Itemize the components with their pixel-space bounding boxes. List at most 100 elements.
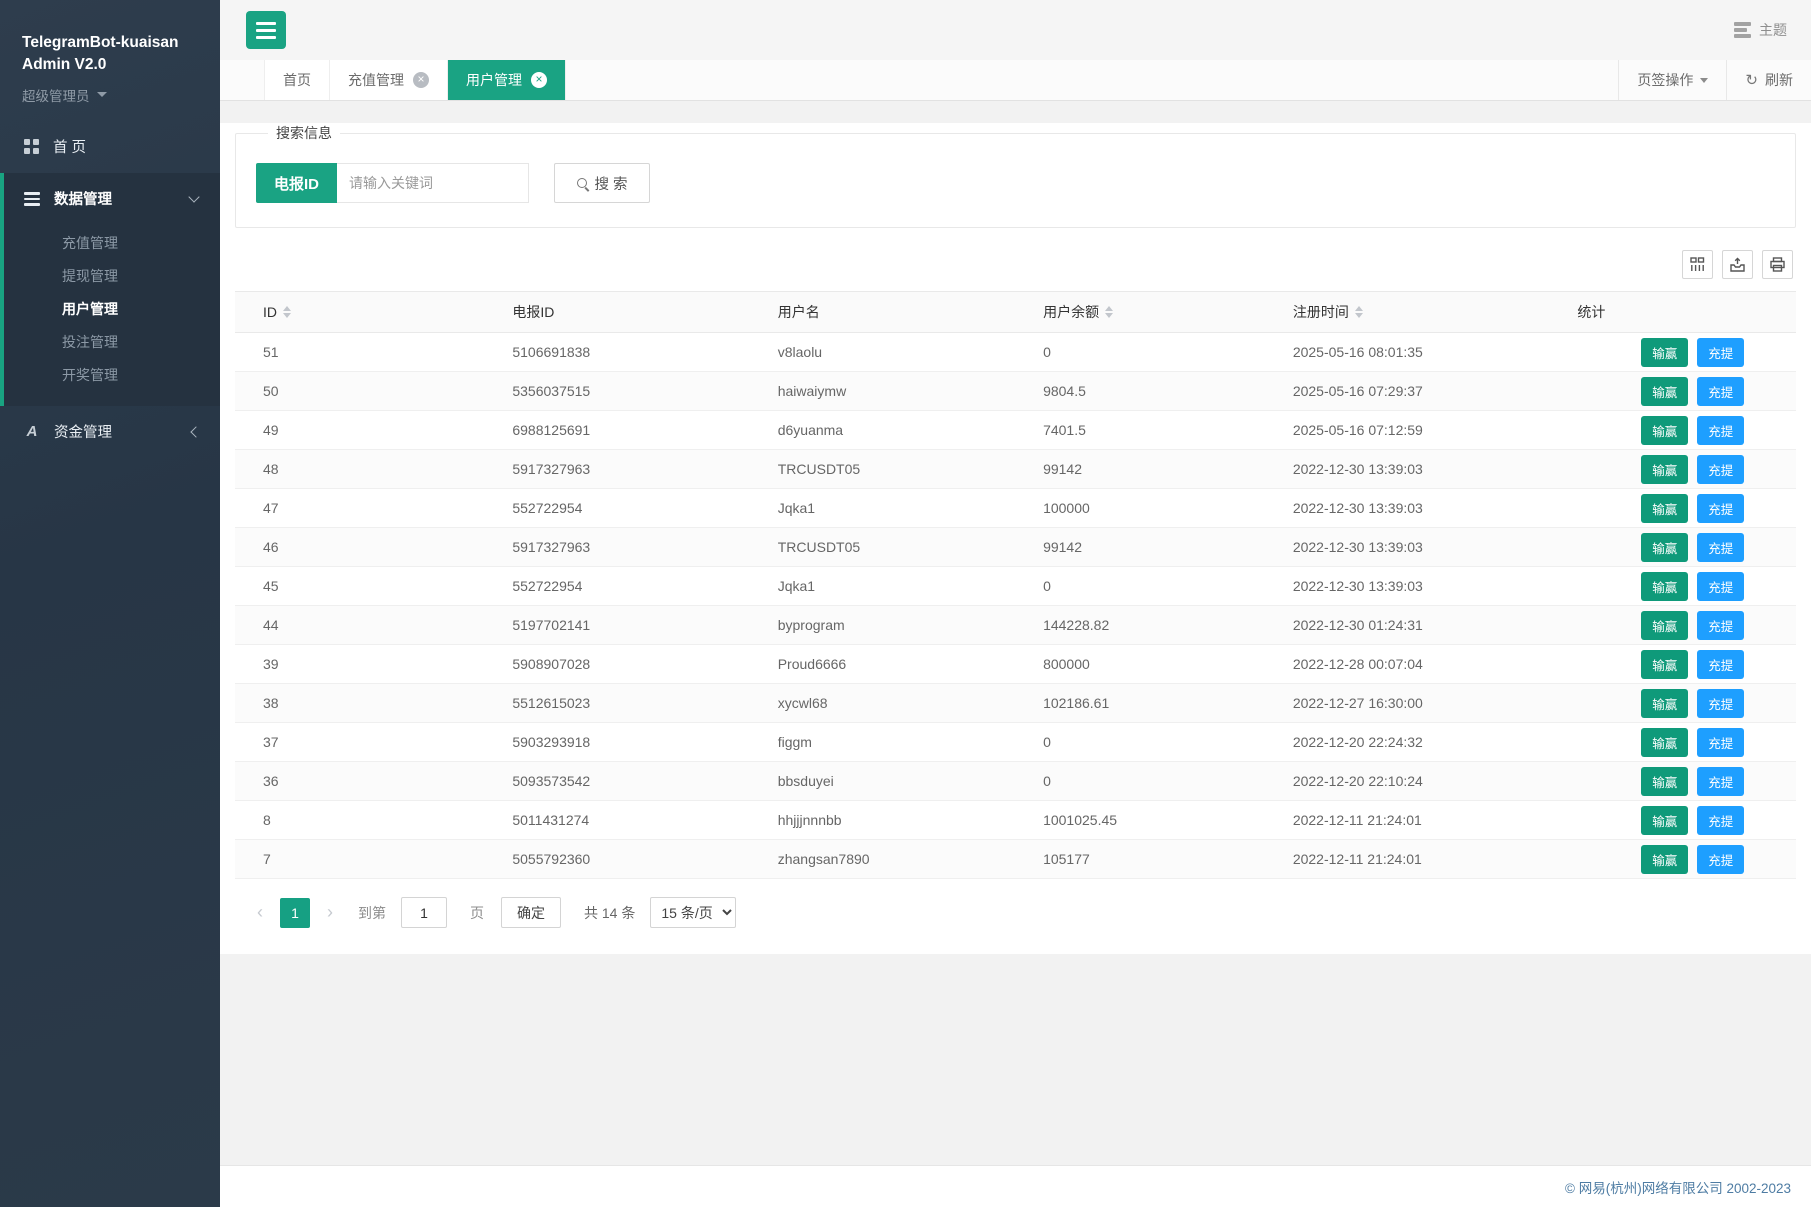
column-header-stats: 统计 bbox=[1577, 291, 1796, 333]
app-title-line1: TelegramBot-kuaisan bbox=[22, 34, 179, 51]
cell-tgid: 5055792360 bbox=[500, 839, 766, 879]
cell-id: 45 bbox=[235, 566, 501, 606]
total-count-label: 共 14 条 bbox=[584, 904, 636, 921]
table-row: 7 5055792360 zhangsan7890 105177 2022-12-11 … bbox=[235, 839, 1796, 879]
cell-username: d6yuanma bbox=[765, 410, 1032, 450]
win-lose-button[interactable]: 输赢 bbox=[1641, 727, 1689, 757]
recharge-withdraw-button[interactable]: 充提 bbox=[1697, 571, 1745, 601]
win-lose-button[interactable]: 输赢 bbox=[1641, 493, 1689, 523]
recharge-withdraw-button[interactable]: 充提 bbox=[1697, 610, 1745, 640]
cell-regtime: 2022-12-11 21:24:01 bbox=[1280, 839, 1578, 879]
sidebar-item-users[interactable]: 用户管理 bbox=[4, 293, 220, 326]
columns-icon bbox=[1690, 257, 1705, 271]
win-lose-button[interactable]: 输赢 bbox=[1641, 610, 1689, 640]
recharge-withdraw-button[interactable]: 充提 bbox=[1697, 415, 1745, 445]
goto-confirm-button[interactable]: 确定 bbox=[501, 897, 561, 928]
recharge-withdraw-button[interactable]: 充提 bbox=[1697, 454, 1745, 484]
sidebar-item-withdraw[interactable]: 提现管理 bbox=[4, 260, 220, 293]
tab-operations-label: 页签操作 bbox=[1637, 72, 1694, 88]
cell-balance: 9804.5 bbox=[1031, 371, 1281, 411]
win-lose-button[interactable]: 输赢 bbox=[1641, 571, 1689, 601]
sidebar-item-data-management[interactable]: 数据管理 bbox=[4, 173, 220, 225]
export-button[interactable] bbox=[1722, 250, 1753, 279]
print-icon bbox=[1770, 257, 1785, 272]
sort-icon[interactable] bbox=[1105, 306, 1114, 318]
win-lose-button[interactable]: 输赢 bbox=[1641, 688, 1689, 718]
recharge-withdraw-button[interactable]: 充提 bbox=[1697, 766, 1745, 796]
column-header-balance[interactable]: 用户余额 bbox=[1031, 291, 1281, 333]
sidebar-item-recharge[interactable]: 充值管理 bbox=[4, 227, 220, 260]
cell-balance: 7401.5 bbox=[1031, 410, 1281, 450]
cell-id: 38 bbox=[235, 683, 501, 723]
sort-icon[interactable] bbox=[1354, 306, 1363, 318]
search-icon bbox=[576, 178, 587, 188]
cell-balance: 0 bbox=[1031, 332, 1281, 372]
recharge-withdraw-button[interactable]: 充提 bbox=[1697, 376, 1745, 406]
sidebar-item-home[interactable]: 首 页 bbox=[0, 121, 220, 173]
refresh-label: 刷新 bbox=[1765, 72, 1793, 88]
home-grid-icon bbox=[24, 139, 39, 155]
user-role-dropdown[interactable]: 超级管理员 bbox=[22, 85, 200, 105]
tab-recharge[interactable]: 充值管理 bbox=[330, 60, 448, 100]
win-lose-button[interactable]: 输赢 bbox=[1641, 337, 1689, 367]
search-field-type-button[interactable]: 电报ID bbox=[256, 163, 338, 203]
goto-label: 到第 bbox=[358, 904, 386, 921]
column-header-regtime[interactable]: 注册时间 bbox=[1280, 291, 1578, 333]
table-row: 8 5011431274 hhjjjnnnbb 1001025.45 2022-12-1… bbox=[235, 800, 1796, 840]
win-lose-button[interactable]: 输赢 bbox=[1641, 454, 1689, 484]
column-header-tgid: 电报ID bbox=[500, 291, 766, 333]
tab-home[interactable]: 首页 bbox=[264, 60, 330, 100]
theme-switcher[interactable]: 主题 bbox=[1734, 20, 1787, 40]
win-lose-button[interactable]: 输赢 bbox=[1641, 532, 1689, 562]
win-lose-button[interactable]: 输赢 bbox=[1641, 415, 1689, 445]
recharge-withdraw-button[interactable]: 充提 bbox=[1697, 805, 1745, 835]
table-row: 44 5197702141 byprogram 144228.82 2022-12-30… bbox=[235, 605, 1796, 645]
cell-tgid: 5903293918 bbox=[500, 722, 766, 762]
columns-toggle-button[interactable] bbox=[1682, 250, 1713, 279]
sidebar-item-lottery[interactable]: 开奖管理 bbox=[4, 359, 220, 392]
recharge-withdraw-button[interactable]: 充提 bbox=[1697, 493, 1745, 523]
prev-page-icon[interactable]: ‹ bbox=[249, 902, 271, 923]
win-lose-button[interactable]: 输赢 bbox=[1641, 649, 1689, 679]
win-lose-button[interactable]: 输赢 bbox=[1641, 766, 1689, 796]
search-input[interactable] bbox=[337, 163, 530, 203]
win-lose-button[interactable]: 输赢 bbox=[1641, 376, 1689, 406]
sidebar-toggle-button[interactable] bbox=[246, 11, 286, 49]
close-icon[interactable] bbox=[413, 72, 429, 88]
close-icon[interactable] bbox=[531, 72, 547, 88]
recharge-withdraw-button[interactable]: 充提 bbox=[1697, 844, 1745, 874]
cell-tgid: 5197702141 bbox=[500, 605, 766, 645]
cell-balance: 102186.61 bbox=[1031, 683, 1281, 723]
tab-operations-dropdown[interactable]: 页签操作 bbox=[1618, 60, 1726, 100]
win-lose-button[interactable]: 输赢 bbox=[1641, 844, 1689, 874]
search-button[interactable]: 搜 索 bbox=[554, 163, 651, 203]
app-title-line2: Admin V2.0 bbox=[22, 56, 107, 74]
sidebar-item-funds[interactable]: A 资金管理 bbox=[0, 406, 220, 458]
refresh-button[interactable]: ↻ 刷新 bbox=[1726, 60, 1811, 100]
recharge-withdraw-button[interactable]: 充提 bbox=[1697, 727, 1745, 757]
goto-page-input[interactable] bbox=[401, 897, 447, 928]
table-row: 50 5356037515 haiwaiymw 9804.5 2025-05-16 07… bbox=[235, 371, 1796, 411]
cell-tgid: 552722954 bbox=[500, 566, 766, 606]
recharge-withdraw-button[interactable]: 充提 bbox=[1697, 688, 1745, 718]
recharge-withdraw-button[interactable]: 充提 bbox=[1697, 532, 1745, 562]
win-lose-button[interactable]: 输赢 bbox=[1641, 805, 1689, 835]
cell-balance: 1001025.45 bbox=[1031, 800, 1281, 840]
sort-icon[interactable] bbox=[283, 306, 291, 318]
cell-id: 39 bbox=[235, 644, 501, 684]
cell-tgid: 5908907028 bbox=[500, 644, 766, 684]
sidebar-item-bets[interactable]: 投注管理 bbox=[4, 326, 220, 359]
cell-regtime: 2022-12-11 21:24:01 bbox=[1280, 800, 1578, 840]
sidebar-funds-label: 资金管理 bbox=[54, 425, 112, 442]
column-header-id[interactable]: ID bbox=[235, 291, 501, 333]
cell-tgid: 6988125691 bbox=[500, 410, 766, 450]
column-stats-label: 统计 bbox=[1577, 304, 1606, 320]
per-page-select[interactable]: 15 条/页 bbox=[650, 897, 737, 928]
page-number-current[interactable]: 1 bbox=[280, 897, 310, 928]
print-button[interactable] bbox=[1762, 250, 1793, 279]
table-toolbar bbox=[238, 250, 1793, 279]
next-page-icon[interactable]: › bbox=[319, 902, 341, 923]
tab-users[interactable]: 用户管理 bbox=[448, 60, 566, 100]
recharge-withdraw-button[interactable]: 充提 bbox=[1697, 649, 1745, 679]
recharge-withdraw-button[interactable]: 充提 bbox=[1697, 337, 1745, 367]
